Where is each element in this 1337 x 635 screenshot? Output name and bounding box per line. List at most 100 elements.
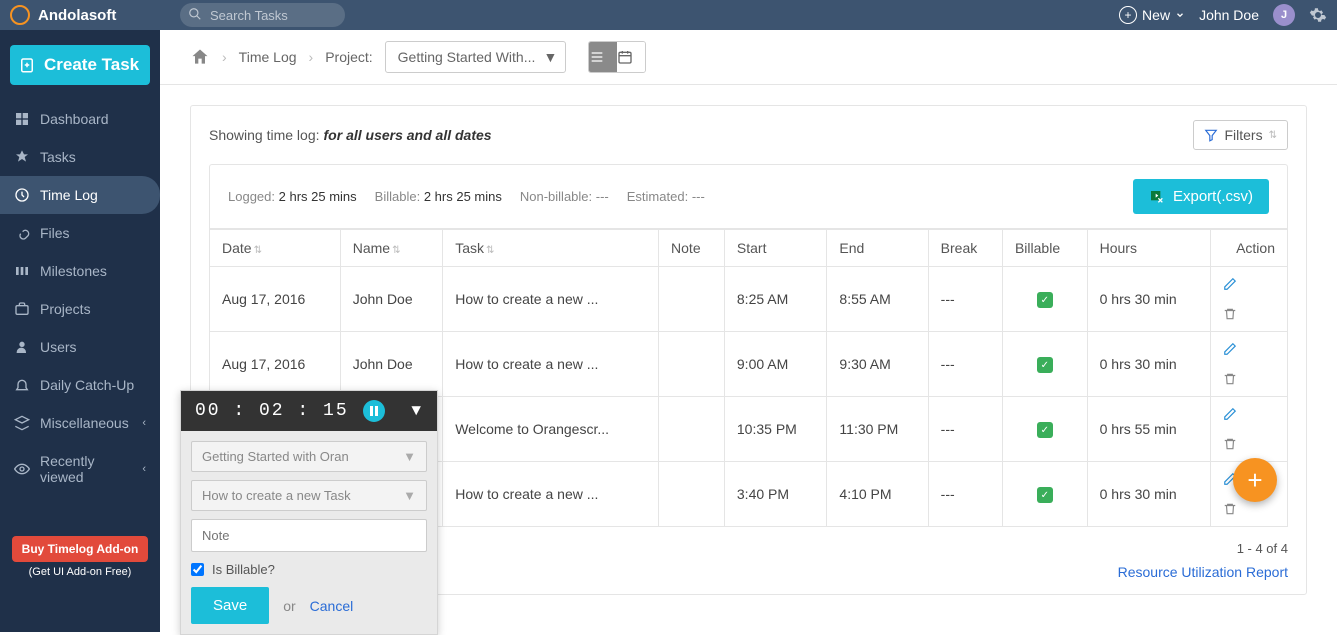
sidebar-item-daily-catchup[interactable]: Daily Catch-Up — [0, 366, 160, 404]
timer-popup: 00 : 02 : 15 ▼ Getting Started with Oran… — [180, 390, 438, 635]
col-date[interactable]: Date⇅ — [210, 230, 341, 267]
layers-icon — [14, 415, 30, 431]
cell-task: How to create a new ... — [443, 462, 659, 527]
new-button[interactable]: + New — [1119, 6, 1185, 24]
caret-down-icon: ▼ — [403, 488, 416, 503]
col-name[interactable]: Name⇅ — [340, 230, 443, 267]
sidebar-item-projects[interactable]: Projects — [0, 290, 160, 328]
cell-date: Aug 17, 2016 — [210, 267, 341, 332]
cell-start: 8:25 AM — [724, 267, 827, 332]
trash-icon[interactable] — [1223, 502, 1275, 516]
create-task-label: Create Task — [44, 55, 139, 75]
nonbillable-value: --- — [596, 189, 609, 204]
chevron-right-icon: › — [309, 49, 314, 65]
edit-icon[interactable] — [1223, 277, 1275, 291]
sidebar-item-files[interactable]: Files — [0, 214, 160, 252]
edit-icon[interactable] — [1223, 407, 1275, 421]
tasks-icon — [14, 149, 30, 165]
timer-project-select[interactable]: Getting Started with Oran ▼ — [191, 441, 427, 472]
showing-label: Showing time log: — [209, 127, 320, 143]
fab-add-button[interactable]: + — [1233, 458, 1277, 502]
export-csv-button[interactable]: Export(.csv) — [1133, 179, 1269, 214]
trash-icon[interactable] — [1223, 372, 1275, 386]
filters-button[interactable]: Filters ⇅ — [1193, 120, 1288, 150]
briefcase-icon — [14, 301, 30, 317]
list-view-button[interactable] — [589, 42, 617, 72]
filter-info: for all users and all dates — [324, 127, 492, 143]
buy-addon-button[interactable]: Buy Timelog Add-on — [12, 536, 149, 562]
cell-action — [1210, 267, 1287, 332]
avatar[interactable]: J — [1273, 4, 1295, 26]
sidebar-item-label: Dashboard — [40, 111, 109, 127]
sidebar-item-label: Daily Catch-Up — [40, 377, 134, 393]
trash-icon[interactable] — [1223, 307, 1275, 321]
dashboard-icon — [14, 111, 30, 127]
is-billable-checkbox[interactable] — [191, 563, 204, 576]
col-action: Action — [1210, 230, 1287, 267]
sidebar-item-misc[interactable]: Miscellaneous ‹ — [0, 404, 160, 442]
col-task[interactable]: Task⇅ — [443, 230, 659, 267]
cell-hours: 0 hrs 30 min — [1087, 332, 1210, 397]
cell-break: --- — [928, 332, 1002, 397]
logged-value: 2 hrs 25 mins — [279, 189, 357, 204]
sidebar-item-label: Milestones — [40, 263, 107, 279]
create-task-button[interactable]: Create Task — [10, 45, 150, 85]
pause-button[interactable] — [363, 400, 385, 422]
project-select[interactable]: Getting Started With... ▼ — [385, 41, 567, 73]
resource-utilization-link[interactable]: Resource Utilization Report — [1118, 564, 1288, 580]
sidebar-item-milestones[interactable]: Milestones — [0, 252, 160, 290]
chevron-left-icon: ‹ — [142, 417, 146, 429]
cell-end: 4:10 PM — [827, 462, 928, 527]
cell-action — [1210, 397, 1287, 462]
topbar: Andolasoft + New John Doe J — [0, 0, 1337, 30]
check-icon: ✓ — [1037, 292, 1053, 308]
sidebar-item-recently-viewed[interactable]: Recently viewed ‹ — [0, 442, 160, 496]
breadcrumb-timelog[interactable]: Time Log — [239, 49, 297, 65]
search-input[interactable] — [180, 3, 345, 27]
col-hours: Hours — [1087, 230, 1210, 267]
cell-note — [659, 332, 725, 397]
edit-icon[interactable] — [1223, 342, 1275, 356]
billable-value: 2 hrs 25 mins — [424, 189, 502, 204]
stats-row: Logged: 2 hrs 25 mins Billable: 2 hrs 25… — [209, 164, 1288, 229]
search-icon — [188, 7, 202, 21]
billable-label: Billable: — [375, 189, 421, 204]
check-icon: ✓ — [1037, 357, 1053, 373]
sort-icon: ⇅ — [486, 245, 494, 256]
nonbillable-label: Non-billable: — [520, 189, 592, 204]
trash-icon[interactable] — [1223, 437, 1275, 451]
gear-icon[interactable] — [1309, 6, 1327, 24]
sidebar-item-users[interactable]: Users — [0, 328, 160, 366]
cell-billable: ✓ — [1002, 462, 1087, 527]
logged-label: Logged: — [228, 189, 275, 204]
export-icon — [1149, 189, 1165, 205]
estimated-label: Estimated: — [627, 189, 688, 204]
is-billable-label: Is Billable? — [212, 562, 275, 577]
caret-down-icon: ▼ — [403, 449, 416, 464]
cell-break: --- — [928, 267, 1002, 332]
cell-task: How to create a new ... — [443, 332, 659, 397]
save-button[interactable]: Save — [191, 587, 269, 624]
cell-start: 3:40 PM — [724, 462, 827, 527]
cell-billable: ✓ — [1002, 397, 1087, 462]
milestones-icon — [14, 263, 30, 279]
cancel-link[interactable]: Cancel — [310, 598, 354, 614]
calendar-view-button[interactable] — [617, 42, 645, 72]
home-icon[interactable] — [190, 47, 210, 67]
cell-end: 9:30 AM — [827, 332, 928, 397]
sidebar-item-tasks[interactable]: Tasks — [0, 138, 160, 176]
sidebar-item-timelog[interactable]: Time Log — [0, 176, 160, 214]
timer-note-input[interactable] — [191, 519, 427, 552]
cell-break: --- — [928, 397, 1002, 462]
breadcrumb: › Time Log › Project: Getting Started Wi… — [160, 30, 1337, 85]
sort-icon: ⇅ — [1269, 130, 1277, 141]
sort-icon: ⇅ — [392, 245, 400, 256]
timer-task-select[interactable]: How to create a new Task ▼ — [191, 480, 427, 511]
cell-start: 10:35 PM — [724, 397, 827, 462]
sidebar-item-dashboard[interactable]: Dashboard — [0, 100, 160, 138]
cell-hours: 0 hrs 55 min — [1087, 397, 1210, 462]
sort-icon: ⇅ — [254, 245, 262, 256]
collapse-caret-icon[interactable]: ▼ — [411, 402, 423, 420]
cell-break: --- — [928, 462, 1002, 527]
cell-start: 9:00 AM — [724, 332, 827, 397]
